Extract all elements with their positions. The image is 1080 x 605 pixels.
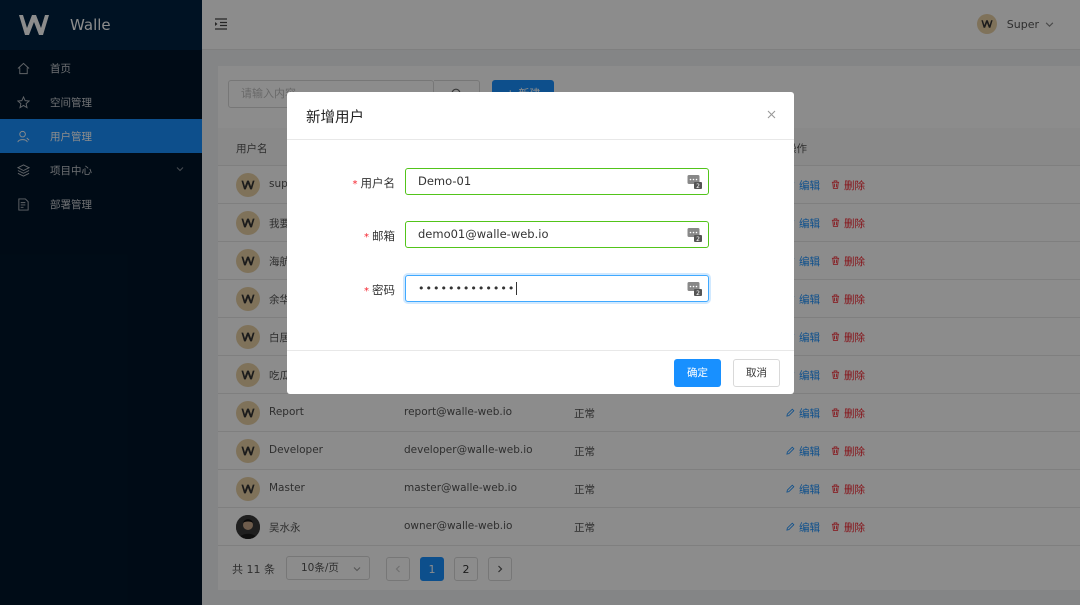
cancel-button[interactable]: 取消 — [733, 359, 780, 387]
close-icon[interactable] — [767, 110, 776, 119]
username-value: Demo-01 — [418, 174, 472, 188]
password-field[interactable]: ••••••••••••• 2 — [405, 275, 709, 302]
username-field[interactable]: Demo-01 2 — [405, 168, 709, 195]
required-mark: * — [364, 286, 369, 297]
modal-title: 新增用户 — [306, 110, 364, 126]
svg-text:2: 2 — [696, 290, 700, 296]
username-label: * 用户名 — [352, 176, 396, 190]
form-row-username: * 用户名 Demo-01 2 — [287, 168, 794, 196]
email-value: demo01@walle-web.io — [418, 227, 549, 241]
modal-header: 新增用户 — [287, 92, 794, 140]
form-row-email: * 邮箱 demo01@walle-web.io 2 — [287, 221, 794, 249]
required-mark: * — [364, 232, 369, 243]
ok-button[interactable]: 确定 — [674, 359, 721, 387]
password-manager-icon[interactable]: 2 — [687, 227, 702, 242]
email-field[interactable]: demo01@walle-web.io 2 — [405, 221, 709, 248]
svg-text:2: 2 — [696, 183, 700, 189]
password-label: * 密码 — [364, 283, 395, 297]
text-cursor — [516, 282, 518, 295]
modal-footer: 确定 取消 — [287, 350, 794, 394]
form-row-password: * 密码 ••••••••••••• 2 — [287, 275, 794, 303]
password-manager-icon[interactable]: 2 — [687, 174, 702, 189]
password-value: ••••••••••••• — [418, 282, 516, 295]
email-label: * 邮箱 — [364, 229, 395, 243]
svg-text:2: 2 — [696, 236, 700, 242]
new-user-modal: 新增用户 * 用户名 Demo-01 2 * 邮箱 demo01@walle-web… — [287, 92, 794, 394]
password-manager-icon[interactable]: 2 — [687, 281, 702, 296]
required-mark: * — [352, 179, 358, 190]
